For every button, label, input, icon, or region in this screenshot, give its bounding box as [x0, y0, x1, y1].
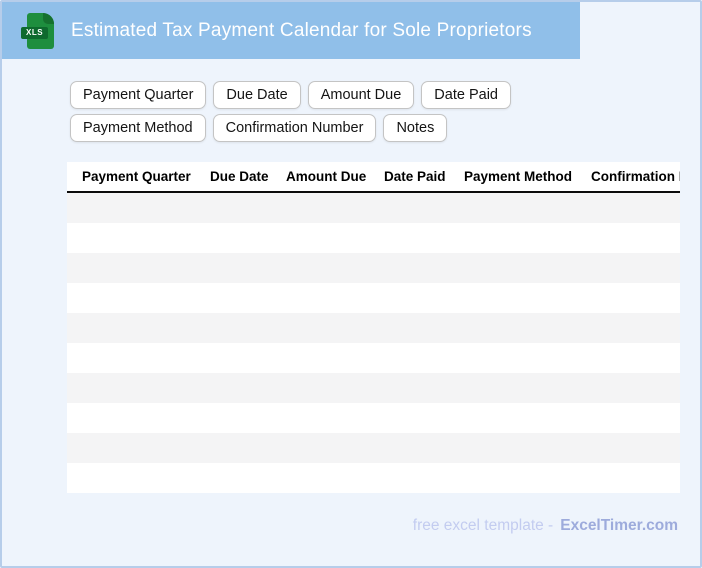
table-row: [67, 313, 680, 343]
page: XLS Estimated Tax Payment Calendar for S…: [0, 0, 702, 568]
column-chip-list: Payment QuarterDue Date Amount DueDate Pa…: [70, 81, 632, 142]
column-header: Date Paid: [384, 169, 464, 184]
table-row: [67, 373, 680, 403]
table-row: [67, 283, 680, 313]
footer: free excel template - ExcelTimer.com: [413, 517, 678, 535]
column-header: Payment Quarter: [82, 169, 210, 184]
xls-file-icon: XLS: [27, 13, 54, 49]
table-body: [67, 193, 680, 493]
table-row: [67, 253, 680, 283]
folded-corner: [43, 13, 54, 24]
table-row: [67, 193, 680, 223]
title-bar: XLS Estimated Tax Payment Calendar for S…: [2, 2, 580, 59]
column-chip[interactable]: Confirmation Number: [213, 114, 377, 142]
column-chip[interactable]: Date Paid: [421, 81, 511, 109]
exceltimer-link[interactable]: ExcelTimer.com: [560, 517, 678, 534]
column-chip[interactable]: Notes: [383, 114, 447, 142]
footer-text: free excel template -: [413, 517, 553, 534]
table-row: [67, 403, 680, 433]
table-row: [67, 433, 680, 463]
xls-badge-label: XLS: [21, 27, 48, 39]
column-header: Amount Due: [286, 169, 384, 184]
page-title: Estimated Tax Payment Calendar for Sole …: [71, 20, 532, 42]
table-row: [67, 223, 680, 253]
column-header: Confirmation Number: [591, 169, 680, 184]
column-header: Payment Method: [464, 169, 591, 184]
column-chip[interactable]: Payment Method: [70, 114, 206, 142]
column-header: Due Date: [210, 169, 286, 184]
column-chip[interactable]: Payment Quarter: [70, 81, 206, 109]
table-row: [67, 343, 680, 373]
template-preview-table: Payment QuarterDue DateAmount DueDate Pa…: [67, 162, 680, 493]
column-chip[interactable]: Due Date: [213, 81, 300, 109]
table-row: [67, 463, 680, 493]
column-chip[interactable]: Amount Due: [308, 81, 415, 109]
table-header-row: Payment QuarterDue DateAmount DueDate Pa…: [67, 162, 680, 193]
